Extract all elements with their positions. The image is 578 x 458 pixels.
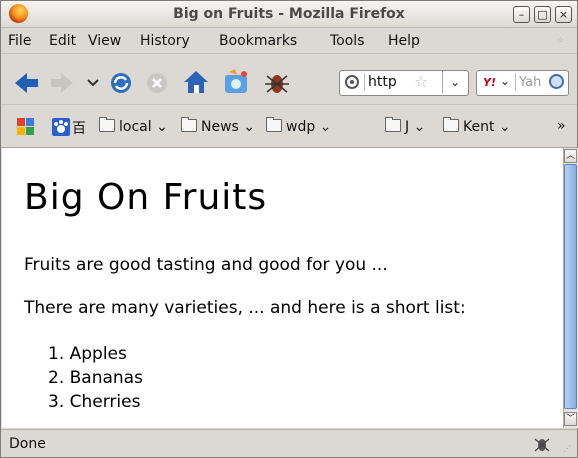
folder-icon xyxy=(181,117,197,132)
status-text: Done xyxy=(9,436,46,452)
scrollbar-thumb[interactable] xyxy=(564,164,577,409)
minimize-button[interactable]: – xyxy=(513,6,530,23)
menu-tools[interactable]: Tools xyxy=(330,33,365,49)
bookmark-folder-local[interactable]: local ⌄ xyxy=(99,117,168,135)
bookmarks-overflow-button[interactable]: » xyxy=(557,118,566,134)
site-identity-icon[interactable] xyxy=(345,75,359,89)
bookmark-label: News ⌄ xyxy=(201,119,256,135)
google-bookmark-icon[interactable] xyxy=(17,118,35,136)
bookmark-label: Kent ⌄ xyxy=(463,119,511,135)
title-bar[interactable]: Big on Fruits - Mozilla Firefox – □ × xyxy=(1,1,577,28)
list-item: 2. Bananas xyxy=(48,368,143,388)
vertical-scrollbar[interactable]: ︿ ﹀ xyxy=(563,148,578,428)
menu-view[interactable]: View xyxy=(88,33,121,49)
bookmark-label: J ⌄ xyxy=(405,119,426,135)
bookmark-label: local ⌄ xyxy=(119,119,168,135)
scroll-up-button[interactable]: ︿ xyxy=(564,149,577,163)
url-input[interactable]: http xyxy=(368,74,412,90)
status-bar: Done ⋰ xyxy=(1,429,577,458)
firefox-window: Big on Fruits - Mozilla Firefox – □ × Fi… xyxy=(0,0,578,458)
folder-icon xyxy=(385,117,401,132)
menu-history[interactable]: History xyxy=(140,33,190,49)
history-dropdown-icon[interactable] xyxy=(87,79,99,87)
list-intro-paragraph: There are many varieties, ... and here i… xyxy=(24,298,466,318)
firebug-status-icon[interactable] xyxy=(532,434,552,454)
baidu-paw-icon[interactable] xyxy=(52,118,70,136)
search-separator xyxy=(515,73,516,91)
scroll-down-button[interactable]: ﹀ xyxy=(564,412,577,426)
menu-bookmarks[interactable]: Bookmarks xyxy=(219,33,297,49)
menu-file[interactable]: File xyxy=(8,33,31,49)
fruit-list: 1. Apples 2. Bananas 3. Cherries xyxy=(24,344,143,416)
list-item: 1. Apples xyxy=(48,344,127,364)
intro-paragraph: Fruits are good tasting and good for you… xyxy=(24,255,388,275)
back-arrow-icon[interactable] xyxy=(15,73,39,93)
url-dropdown-button[interactable]: ⌄ xyxy=(442,71,467,93)
search-engine-dropdown-icon[interactable]: ⌄ xyxy=(500,74,510,88)
search-bar[interactable]: Y! ⌄ Yah xyxy=(476,70,569,96)
menu-help[interactable]: Help xyxy=(388,33,420,49)
yahoo-engine-icon[interactable]: Y! xyxy=(483,76,496,89)
stop-icon[interactable] xyxy=(146,72,168,94)
bookmark-folder-j[interactable]: J ⌄ xyxy=(385,117,426,135)
bookmarks-toolbar: 百 local ⌄ News ⌄ wdp ⌄ J ⌄ Kent ⌄ » xyxy=(1,104,577,148)
folder-icon xyxy=(266,117,282,132)
bookmark-label: wdp ⌄ xyxy=(286,119,332,135)
bookmark-folder-kent[interactable]: Kent ⌄ xyxy=(443,117,511,135)
url-separator xyxy=(364,73,365,91)
menu-bar: File Edit View History Bookmarks Tools H… xyxy=(1,28,577,53)
search-icon[interactable] xyxy=(549,74,564,89)
bug-icon[interactable] xyxy=(263,68,291,96)
bookmark-folder-wdp[interactable]: wdp ⌄ xyxy=(266,117,332,135)
menu-edit[interactable]: Edit xyxy=(49,33,76,49)
close-button[interactable]: × xyxy=(555,6,572,23)
folder-icon xyxy=(443,117,459,132)
page-heading: Big On Fruits xyxy=(24,177,268,218)
forward-arrow-icon[interactable] xyxy=(51,73,73,93)
navigation-toolbar: http ☆ ⌄ Y! ⌄ Yah xyxy=(1,53,577,105)
home-icon[interactable] xyxy=(184,71,208,93)
screenshot-icon[interactable] xyxy=(223,69,249,95)
url-bar[interactable]: http ☆ ⌄ xyxy=(339,70,469,96)
bookmark-baidu[interactable]: 百 xyxy=(72,118,86,138)
list-item: 3. Cherries xyxy=(48,392,141,412)
bookmark-star-icon[interactable]: ☆ xyxy=(414,72,428,91)
maximize-button[interactable]: □ xyxy=(534,6,551,23)
page-content: Big On Fruits Fruits are good tasting an… xyxy=(2,148,563,428)
reload-icon[interactable] xyxy=(109,71,133,95)
search-input[interactable]: Yah xyxy=(519,75,541,90)
folder-icon xyxy=(99,117,115,132)
resize-grip-icon[interactable]: ⋰ xyxy=(563,444,571,453)
throbber-grip-icon: ⁘ xyxy=(557,36,565,46)
bookmark-folder-news[interactable]: News ⌄ xyxy=(181,117,256,135)
window-title: Big on Fruits - Mozilla Firefox xyxy=(173,6,405,22)
